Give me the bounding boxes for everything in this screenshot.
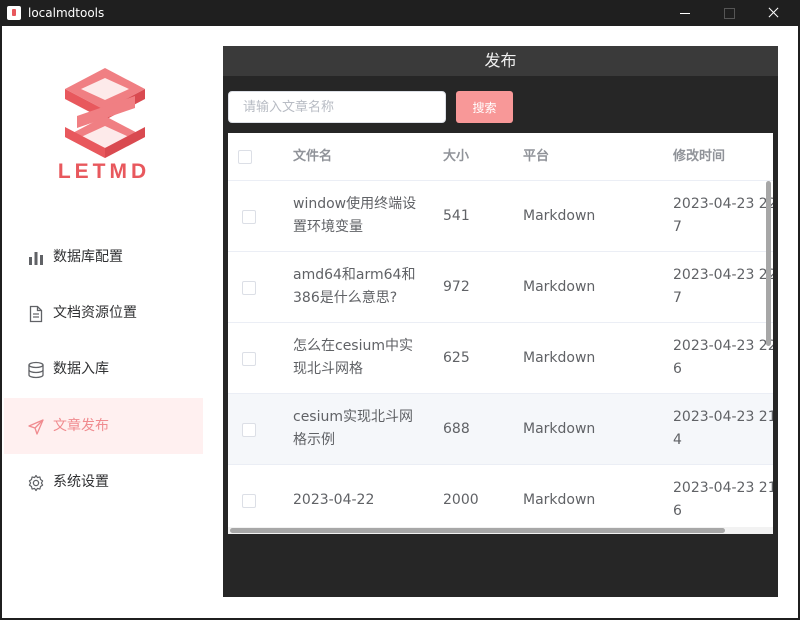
- cell-modified-time: 2023-04-23 21:...4: [673, 409, 773, 448]
- client-area: LETMD 数据库配置 文档资源位置 数据入库 文章发布 系统设置 发布 请输入…: [2, 26, 798, 618]
- maximize-button[interactable]: [706, 0, 752, 26]
- sidebar-item-label: 系统设置: [53, 474, 109, 490]
- column-header-modified-time[interactable]: 修改时间: [673, 148, 725, 166]
- cell-filename: amd64和arm64和386是什么意思?: [293, 267, 416, 306]
- database-icon: [28, 361, 44, 379]
- cell-size: 541: [443, 208, 470, 224]
- row-checkbox[interactable]: [242, 423, 256, 437]
- vertical-scrollbar[interactable]: [766, 181, 771, 346]
- cell-modified-time: 2023-04-23 22:...7: [673, 267, 773, 306]
- cell-platform: Markdown: [523, 350, 596, 366]
- sidebar-item-document-location[interactable]: 文档资源位置: [4, 285, 203, 341]
- cell-size: 688: [443, 421, 470, 437]
- cell-size: 625: [443, 350, 470, 366]
- sidebar-item-system-settings[interactable]: 系统设置: [4, 454, 203, 510]
- horizontal-scrollbar[interactable]: [230, 528, 725, 533]
- app-icon: [7, 6, 21, 20]
- row-checkbox[interactable]: [242, 210, 256, 224]
- page-title: 发布: [223, 46, 778, 76]
- cell-platform: Markdown: [523, 421, 596, 437]
- logo-text: LETMD: [57, 160, 151, 183]
- column-header-filename[interactable]: 文件名: [293, 148, 332, 166]
- cell-platform: Markdown: [523, 492, 596, 508]
- table-row[interactable]: window使用终端设置环境变量 541 Markdown 2023-04-23…: [228, 181, 773, 252]
- row-checkbox[interactable]: [242, 281, 256, 295]
- sidebar-item-data-import[interactable]: 数据入库: [4, 341, 203, 397]
- sidebar-item-label: 文档资源位置: [53, 305, 137, 321]
- search-input[interactable]: [228, 91, 446, 123]
- cell-filename: window使用终端设置环境变量: [293, 196, 417, 235]
- column-header-platform[interactable]: 平台: [523, 148, 549, 166]
- table-row[interactable]: amd64和arm64和386是什么意思? 972 Markdown 2023-…: [228, 252, 773, 323]
- select-all-checkbox[interactable]: [238, 150, 252, 164]
- row-checkbox[interactable]: [242, 494, 256, 508]
- table-row[interactable]: 怎么在cesium中实现北斗网格 625 Markdown 2023-04-23…: [228, 323, 773, 394]
- app-window: localmdtools LETMD 数据库配置 文档资源位置 数据入库 文章发…: [0, 0, 800, 620]
- close-button[interactable]: [750, 0, 796, 26]
- table-header: 文件名 大小 平台 修改时间: [228, 133, 773, 181]
- minimize-button[interactable]: [662, 0, 708, 26]
- cell-size: 972: [443, 279, 470, 295]
- gear-icon: [28, 474, 44, 492]
- window-title: localmdtools: [28, 6, 105, 20]
- sidebar-item-label: 数据入库: [53, 361, 109, 377]
- sidebar: LETMD 数据库配置 文档资源位置 数据入库 文章发布 系统设置: [2, 26, 223, 618]
- column-header-size[interactable]: 大小: [443, 148, 469, 166]
- title-bar[interactable]: localmdtools: [0, 0, 800, 26]
- cell-filename: 怎么在cesium中实现北斗网格: [293, 338, 414, 377]
- bar-chart-icon: [29, 252, 43, 265]
- cell-size: 2000: [443, 492, 479, 508]
- cell-modified-time: 2023-04-23 22:...6: [673, 338, 773, 377]
- table-row[interactable]: 2023-04-22 2000 Markdown 2023-04-23 21:.…: [228, 465, 773, 534]
- article-table: 文件名 大小 平台 修改时间 window使用终端设置环境变量 541 Mark…: [228, 133, 773, 534]
- cell-filename: cesium实现北斗网格示例: [293, 409, 414, 448]
- cell-platform: Markdown: [523, 279, 596, 295]
- cell-modified-time: 2023-04-23 22:...7: [673, 196, 773, 235]
- row-checkbox[interactable]: [242, 352, 256, 366]
- letmd-logo: [65, 68, 145, 158]
- cell-platform: Markdown: [523, 208, 596, 224]
- table-row[interactable]: cesium实现北斗网格示例 688 Markdown 2023-04-23 2…: [228, 394, 773, 465]
- sidebar-item-article-publish[interactable]: 文章发布: [4, 398, 203, 454]
- sidebar-item-label: 数据库配置: [53, 249, 123, 265]
- publish-panel: 发布 搜索 文件名 大小 平台 修改时间 window使用终端设置环境变量 54…: [223, 46, 778, 597]
- sidebar-item-database-config[interactable]: 数据库配置: [4, 229, 203, 285]
- cell-filename: 2023-04-22: [293, 492, 375, 508]
- sidebar-item-label: 文章发布: [53, 418, 109, 434]
- search-button[interactable]: 搜索: [456, 91, 513, 123]
- document-icon: [29, 305, 43, 323]
- send-icon: [28, 419, 44, 435]
- cell-modified-time: 2023-04-23 21:...6: [673, 480, 773, 519]
